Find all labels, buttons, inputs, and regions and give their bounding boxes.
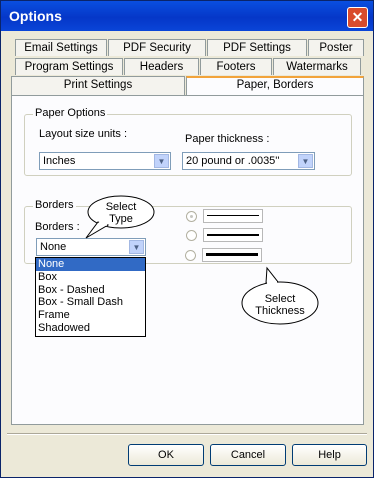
tab-email-settings[interactable]: Email Settings [15,39,107,56]
tab-row-2: Program Settings Headers Footers Waterma… [15,58,362,75]
layout-size-units-value: Inches [43,155,76,167]
dropdown-option-frame[interactable]: Frame [36,309,145,322]
chevron-down-icon[interactable]: ▼ [129,240,144,254]
tab-program-settings[interactable]: Program Settings [15,58,123,75]
title-bar[interactable]: Options ✕ [1,1,373,31]
close-button[interactable]: ✕ [347,7,368,28]
paper-thickness-value: 20 pound or .0035'' [186,155,280,167]
tab-paper-borders[interactable]: Paper, Borders [186,76,364,96]
cancel-button[interactable]: Cancel [210,444,286,466]
paper-options-legend: Paper Options [33,107,108,119]
options-dialog: Options ✕ Email Settings PDF Security PD… [0,0,374,478]
borders-value: None [40,241,67,253]
tab-poster[interactable]: Poster [308,39,364,56]
borders-legend: Borders [33,199,76,211]
line-sample-thin [203,209,263,223]
chevron-down-icon[interactable]: ▼ [298,154,313,168]
thickness-radio-medium[interactable] [186,230,197,241]
close-icon: ✕ [351,9,364,25]
tab-footers[interactable]: Footers [200,58,272,75]
callout-select-thickness: Select Thickness [255,293,305,317]
tab-row-1: Email Settings PDF Security PDF Settings… [15,39,365,56]
help-button[interactable]: Help [292,444,367,466]
dropdown-option-none[interactable]: None [36,258,145,271]
layout-size-units-label: Layout size units : [39,128,128,140]
layout-size-units-select[interactable]: Inches ▼ [39,152,171,170]
dropdown-option-box-dashed[interactable]: Box - Dashed [36,284,145,297]
chevron-down-icon[interactable]: ▼ [154,154,169,168]
line-sample-thick [202,248,262,262]
ok-button[interactable]: OK [128,444,204,466]
tab-headers[interactable]: Headers [124,58,199,75]
tab-watermarks[interactable]: Watermarks [273,58,361,75]
paper-thickness-select[interactable]: 20 pound or .0035'' ▼ [182,152,315,170]
thickness-radio-thick[interactable] [185,250,196,261]
paper-thickness-label: Paper thickness : [185,133,270,145]
tab-print-settings[interactable]: Print Settings [11,76,185,95]
dropdown-option-box[interactable]: Box [36,271,145,284]
borders-dropdown-list[interactable]: None Box Box - Dashed Box - Small Dash F… [35,257,146,337]
window-title: Options [9,8,62,24]
tab-pdf-security[interactable]: PDF Security [108,39,206,56]
thickness-radio-thin[interactable] [186,211,197,222]
tab-pdf-settings[interactable]: PDF Settings [207,39,307,56]
line-sample-medium [203,228,263,242]
button-separator [7,433,367,435]
dropdown-option-box-small-dash[interactable]: Box - Small Dash [36,296,145,309]
tab-row-3: Print Settings Paper, Borders [11,76,365,96]
callout-select-type: Select Type [105,201,137,225]
paper-options-group: Paper Options Layout size units : Inches… [24,107,352,176]
dropdown-option-shadowed[interactable]: Shadowed [36,322,145,335]
